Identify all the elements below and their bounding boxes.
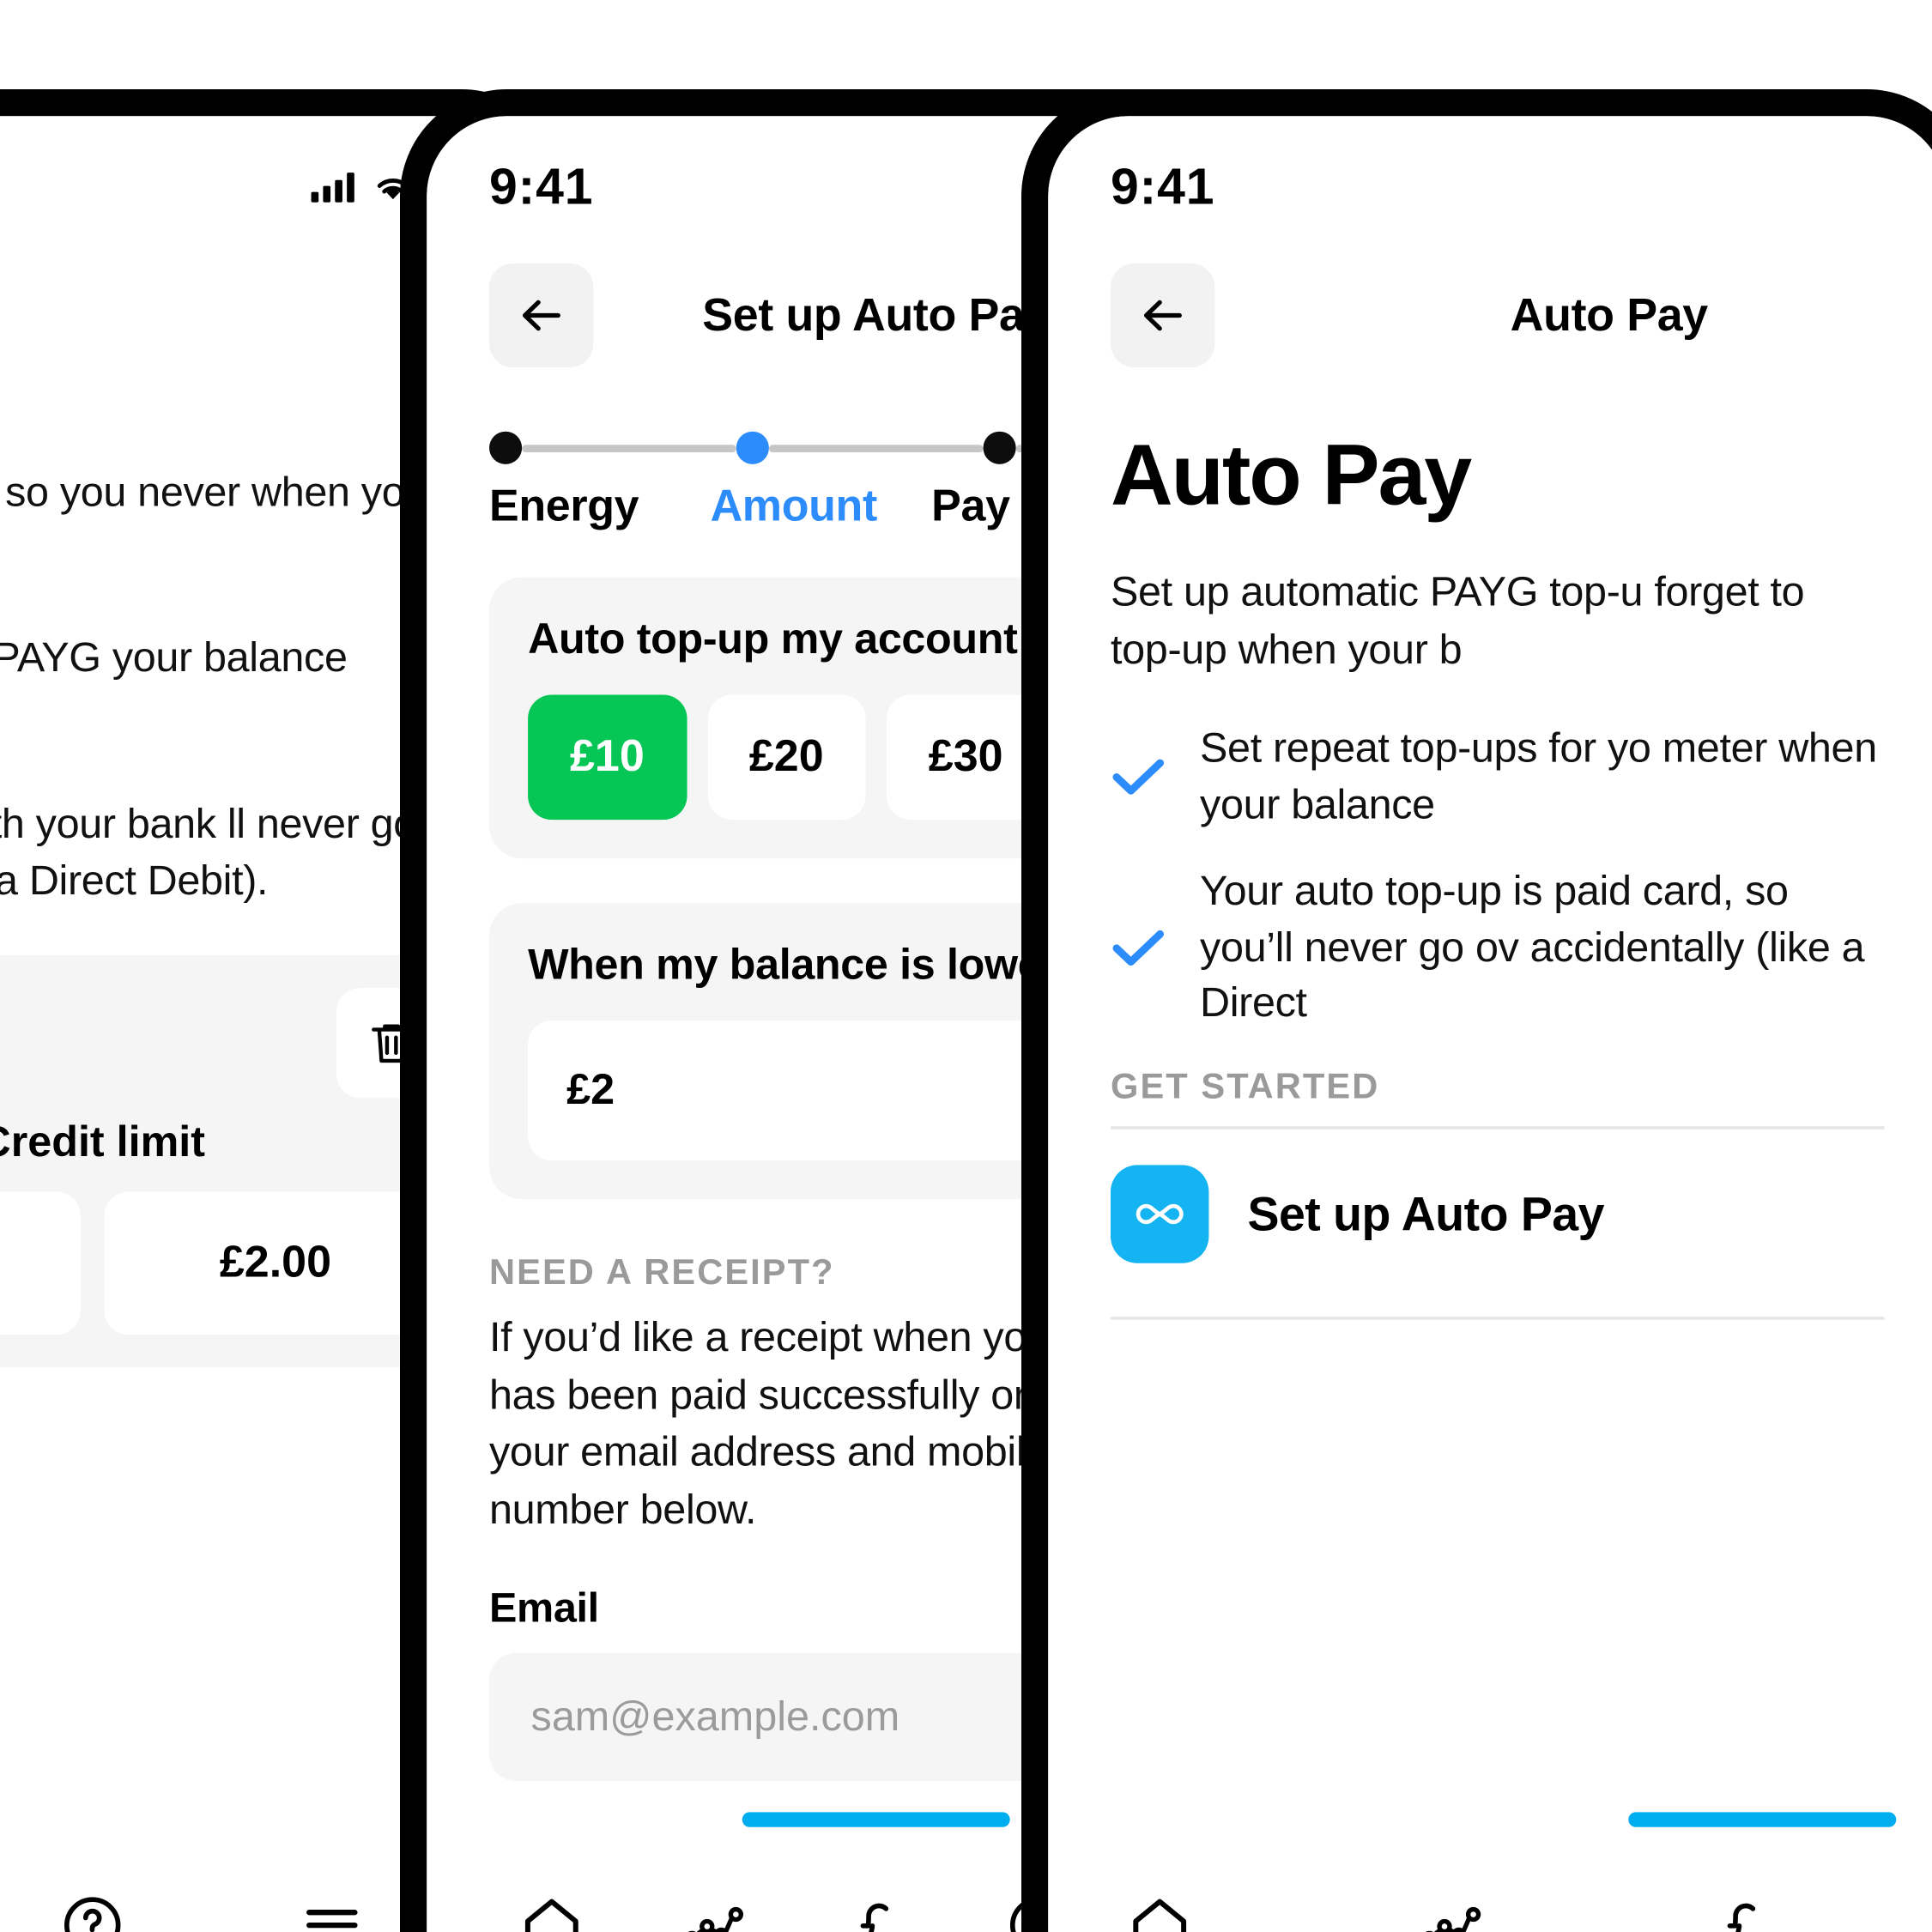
pound-icon[interactable] bbox=[842, 1891, 911, 1932]
benefit-text-2: Your auto top-up is paid card, so you’ll… bbox=[1200, 867, 1865, 1027]
home-icon[interactable] bbox=[518, 1891, 587, 1932]
hero-subtitle: Set up automatic PAYG top-u forget to to… bbox=[1111, 568, 1805, 672]
home-indicator-wrap-right bbox=[1048, 1812, 1932, 1836]
hero-title: Auto Pay bbox=[1111, 427, 1472, 524]
stepper-dot-energy[interactable] bbox=[489, 431, 523, 464]
benefit-text-1: Set repeat top-ups for yo meter when you… bbox=[1200, 724, 1877, 827]
list-item-setup-auto-pay[interactable]: Set up Auto Pay bbox=[1111, 1130, 1884, 1299]
menu-icon[interactable] bbox=[298, 1891, 366, 1932]
help-icon[interactable] bbox=[58, 1891, 127, 1932]
stepper-dot-pay[interactable] bbox=[983, 431, 1016, 464]
stepper-line-1 bbox=[522, 444, 736, 452]
status-bar-right: 9:41 bbox=[1048, 116, 1932, 232]
home-indicator-right[interactable] bbox=[1628, 1812, 1897, 1827]
check-icon bbox=[1112, 930, 1165, 966]
pound-icon[interactable] bbox=[1709, 1891, 1778, 1932]
infinity-icon bbox=[1136, 1204, 1184, 1225]
topup-option-20[interactable]: £20 bbox=[706, 694, 866, 821]
signal-icon bbox=[311, 173, 354, 203]
back-button[interactable] bbox=[489, 263, 594, 368]
list-item-label: Set up Auto Pay bbox=[1247, 1186, 1604, 1241]
arrow-left-icon bbox=[1143, 300, 1182, 331]
credit-limit-box-hidden[interactable] bbox=[0, 1191, 81, 1335]
home-icon[interactable] bbox=[1125, 1891, 1194, 1932]
benefit-item-1: Set repeat top-ups for yo meter when you… bbox=[1111, 720, 1884, 833]
credit-limit-row: £2.00 bbox=[0, 1191, 447, 1335]
screenshot-stage: Auto Pay c PAYG top-ups so you never whe… bbox=[0, 0, 1932, 1932]
content-right: Auto Pay Set up automatic PAYG top-u for… bbox=[1048, 375, 1932, 1813]
topup-option-10[interactable]: £10 bbox=[528, 694, 687, 821]
credit-limit-value[interactable]: £2.00 bbox=[104, 1191, 447, 1335]
nav-bar-right: Auto Pay bbox=[1048, 232, 1932, 374]
screen-right: 9:41 Auto Pay Auto Pay Set up automatic … bbox=[1048, 116, 1932, 1932]
phone-right: 9:41 Auto Pay Auto Pay Set up automatic … bbox=[1021, 89, 1932, 1932]
stepper-label-amount[interactable]: Amount bbox=[711, 482, 932, 533]
arrow-left-icon bbox=[522, 300, 560, 331]
stepper-label-energy[interactable]: Energy bbox=[489, 482, 711, 533]
chart-icon[interactable] bbox=[680, 1891, 748, 1932]
stepper-dot-amount[interactable] bbox=[736, 431, 769, 464]
get-started-label: GET STARTED bbox=[1111, 1067, 1380, 1108]
benefit-item-2: Your auto top-up is paid card, so you’ll… bbox=[1111, 863, 1884, 1032]
divider-bottom bbox=[1111, 1317, 1885, 1321]
back-button-right[interactable] bbox=[1111, 263, 1215, 368]
infinity-tile bbox=[1111, 1165, 1209, 1264]
chart-icon[interactable] bbox=[1417, 1891, 1486, 1932]
threshold-value: £2 bbox=[566, 1066, 615, 1114]
home-indicator-middle[interactable] bbox=[742, 1812, 1010, 1827]
tab-bar-right bbox=[1048, 1836, 1932, 1932]
stepper-line-2 bbox=[768, 444, 984, 452]
check-icon bbox=[1112, 759, 1165, 795]
credit-limit-label: Credit limit bbox=[0, 1118, 206, 1166]
status-time-middle: 9:41 bbox=[489, 158, 594, 215]
benefit-list: Set repeat top-ups for yo meter when you… bbox=[1111, 720, 1884, 1031]
status-time-right: 9:41 bbox=[1111, 158, 1215, 215]
